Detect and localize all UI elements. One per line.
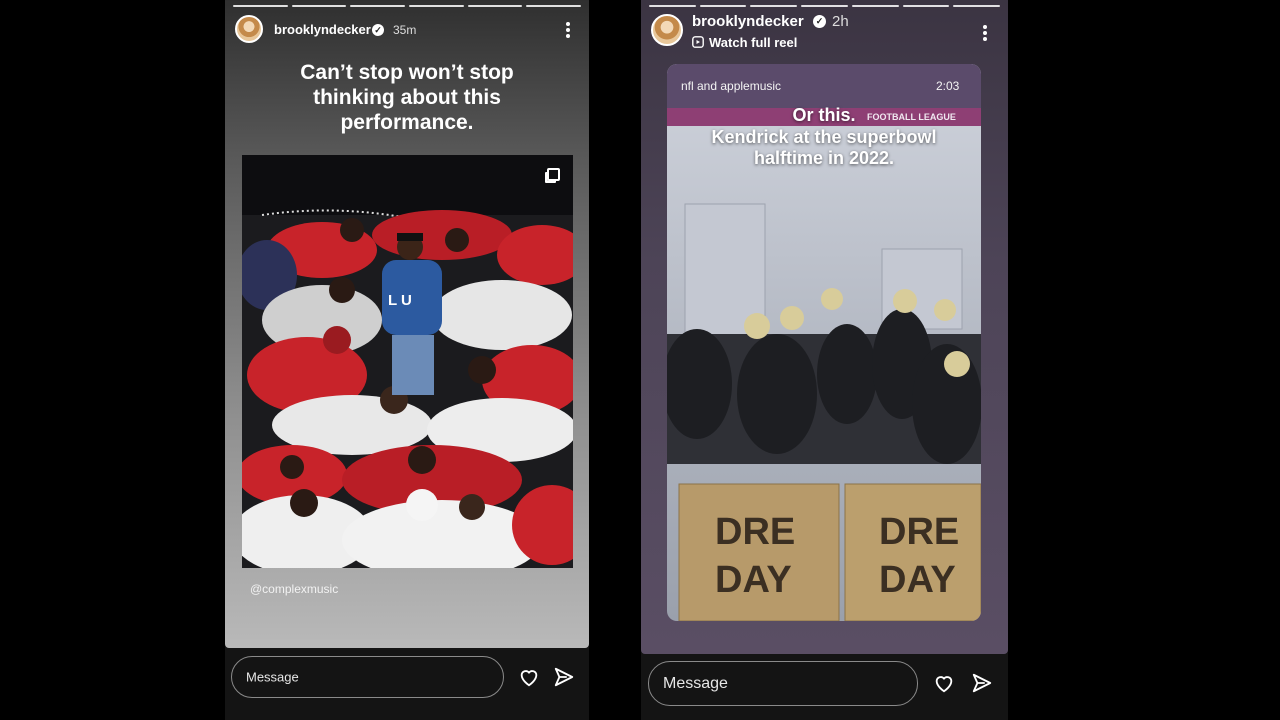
watch-full-reel-link[interactable]: Watch full reel [709,35,797,50]
performance-photo[interactable]: L U [242,155,573,568]
avatar[interactable] [651,14,683,46]
photo-credit[interactable]: @complexmusic [250,582,338,596]
message-placeholder: Message [246,669,299,685]
svg-text:DRE: DRE [879,511,959,553]
story-progress-bar [233,5,582,7]
story-content[interactable]: brooklyndecker ✓ 35m Can’t stop won’t st… [225,0,589,648]
verified-badge-icon: ✓ [813,15,826,28]
caption-line: Kendrick at the superbowl [711,126,937,147]
heart-icon[interactable] [933,672,955,694]
verified-badge-icon: ✓ [372,24,384,36]
story-caption: Or this. Kendrick at the superbowl halft… [667,105,981,170]
reel-duration: 2:03 [936,79,960,93]
caption-line: performance. [340,111,474,135]
svg-text:DAY: DAY [715,559,792,601]
svg-text:DRE: DRE [715,511,795,553]
reel-account[interactable]: nfl and applemusic [681,79,781,93]
send-icon[interactable] [971,672,993,694]
caption-line: halftime in 2022. [753,148,895,169]
story-progress-bar [649,5,1001,7]
svg-text:DAY: DAY [879,559,956,601]
username[interactable]: brooklyndecker [274,22,371,37]
caption-line: thinking about this [313,86,501,110]
post-time: 35m [393,23,417,37]
message-placeholder: Message [663,674,728,692]
caption-line: Or this. [792,105,856,125]
send-icon[interactable] [553,666,575,688]
story-content[interactable]: brooklyndecker ✓ 2h Watch full reel FOOT… [641,0,1008,654]
story-panel-right[interactable]: brooklyndecker ✓ 2h Watch full reel FOOT… [641,0,1008,720]
post-time: 2h [832,13,849,30]
svg-text:L U: L U [388,292,412,309]
story-panel-left[interactable]: brooklyndecker ✓ 35m Can’t stop won’t st… [225,0,589,720]
message-input[interactable]: Message [231,656,504,698]
username[interactable]: brooklyndecker [692,13,804,30]
caption-line: Can’t stop won’t stop [300,61,514,84]
reel-icon [692,36,704,48]
heart-icon[interactable] [518,666,540,688]
carousel-icon [547,168,560,181]
avatar[interactable] [235,15,263,43]
story-caption: Can’t stop won’t stop thinking about thi… [225,60,589,136]
message-input[interactable]: Message [648,661,918,706]
more-options-icon[interactable] [982,23,988,43]
more-options-icon[interactable] [565,20,571,40]
